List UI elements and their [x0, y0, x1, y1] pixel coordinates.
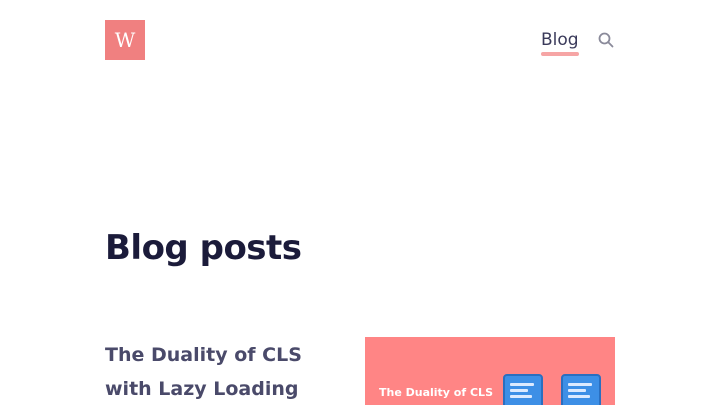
site-header: W Blog	[0, 0, 720, 80]
nav-link-blog[interactable]: Blog	[541, 30, 579, 56]
search-icon[interactable]	[597, 31, 615, 49]
site-logo[interactable]: W	[105, 20, 145, 60]
thumbnail-text: The Duality of CLS	[379, 386, 493, 399]
post-thumbnail[interactable]: The Duality of CLS	[365, 337, 615, 405]
document-icon	[503, 374, 543, 405]
page-title: Blog posts	[105, 228, 302, 268]
document-icon	[561, 374, 601, 405]
post-title-link[interactable]: The Duality of CLS with Lazy Loading	[105, 338, 355, 405]
